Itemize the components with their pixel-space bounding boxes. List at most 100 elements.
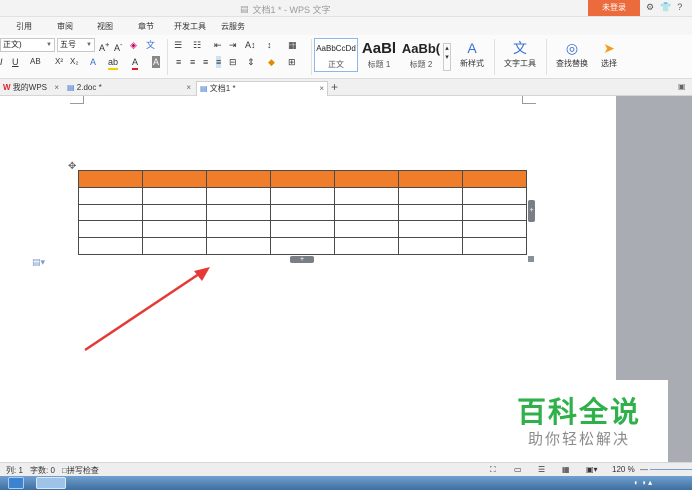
style-heading-1[interactable]: AaBl 标题 1 xyxy=(358,38,400,72)
border-icon[interactable]: ⊞ xyxy=(288,56,296,68)
zoom-level[interactable]: 120 % xyxy=(612,465,635,474)
tab-menu-icon[interactable]: ▣ xyxy=(678,82,686,91)
divider xyxy=(494,39,495,75)
select-button[interactable]: ➤ 选择 xyxy=(594,38,624,69)
start-button[interactable] xyxy=(8,477,24,489)
font-name-select[interactable]: 正文) ▼ xyxy=(0,38,55,52)
new-style-button[interactable]: A 新样式 xyxy=(454,38,490,69)
spell-check[interactable]: □拼写检查 xyxy=(62,465,99,476)
find-replace-button[interactable]: ◎ 查找替换 xyxy=(550,38,594,69)
right-gray-panel xyxy=(616,96,692,380)
chevron-down-icon: ▼ xyxy=(46,42,52,48)
doc-file-icon: ▤ xyxy=(67,83,75,92)
close-icon[interactable]: × xyxy=(319,82,324,96)
distribute-icon[interactable]: ⊟ xyxy=(229,56,237,68)
char-shading-icon[interactable]: A xyxy=(152,56,161,68)
menu-developer[interactable]: 开发工具 xyxy=(174,21,206,32)
divider xyxy=(311,39,312,75)
taskbar-app[interactable] xyxy=(36,477,66,489)
tab-2-doc[interactable]: ▤ 2.doc * × xyxy=(64,81,194,96)
zoom-preset-icon[interactable]: ▣▾ xyxy=(586,465,598,474)
text-tools-button[interactable]: 文 文字工具 xyxy=(498,38,542,69)
right-gray-strip xyxy=(668,380,692,462)
system-controls: ⚙ 👕 ? xyxy=(646,2,682,13)
text-effect-icon[interactable]: A xyxy=(90,56,96,68)
table-move-handle-icon[interactable]: ✥ xyxy=(68,161,76,172)
align-justify-icon[interactable]: ≡ xyxy=(216,56,222,68)
new-tab-icon[interactable]: + xyxy=(331,80,338,94)
shirt-icon[interactable]: 👕 xyxy=(660,2,671,13)
status-bar: 列: 1 字数: 0 □拼写检查 ⛶ ▭ ☰ ▦ ▣▾ 120 % — xyxy=(0,462,692,476)
superscript-icon[interactable]: X² xyxy=(55,56,63,68)
zoom-out-icon[interactable]: — xyxy=(640,465,648,474)
menu-section[interactable]: 章节 xyxy=(138,21,154,32)
os-taskbar: ◐ ◑ ▴ xyxy=(0,476,692,490)
paragraph-mark-icon[interactable]: ▤▾ xyxy=(32,257,45,268)
arrow-shaft xyxy=(84,270,203,352)
bullet-list-icon[interactable]: ☰ xyxy=(174,39,182,51)
outline-view-icon[interactable]: ☰ xyxy=(538,465,545,474)
italic-icon[interactable]: I xyxy=(0,56,3,68)
divider xyxy=(546,39,547,75)
system-tray-icons[interactable]: ◐ ◑ ▴ xyxy=(634,478,652,487)
menu-cloud[interactable]: 云服务 xyxy=(221,21,245,32)
add-column-handle[interactable]: + xyxy=(528,200,535,222)
watermark: 百科全说 助你轻松解决 xyxy=(516,397,641,448)
doc-file-icon: ▤ xyxy=(200,84,208,93)
chevron-down-icon: ▼ xyxy=(86,42,92,48)
menu-reference[interactable]: 引用 xyxy=(16,21,32,32)
underline-icon[interactable]: U xyxy=(12,56,19,68)
grow-font-icon[interactable]: A+ xyxy=(99,39,109,54)
add-row-handle[interactable]: + xyxy=(290,256,314,263)
strikethrough-icon[interactable]: AB xyxy=(30,56,41,68)
increase-indent-icon[interactable]: ⇥ xyxy=(229,39,237,51)
align-center-icon[interactable]: ≡ xyxy=(190,56,195,68)
table-resize-handle[interactable] xyxy=(528,256,534,262)
close-icon[interactable]: × xyxy=(186,81,191,95)
help-icon[interactable]: ? xyxy=(677,2,682,13)
line-spacing-icon[interactable]: ⇕ xyxy=(247,56,255,68)
tab-document-1[interactable]: ▤ 文档1 * × xyxy=(196,81,328,96)
text-tools-icon: 文 xyxy=(513,40,527,56)
style-gallery-scroll[interactable]: ▴ ▾ xyxy=(443,43,451,71)
new-style-icon: A xyxy=(467,40,477,56)
zoom-slider[interactable] xyxy=(650,469,692,470)
wps-logo-icon: W xyxy=(3,83,11,92)
ribbon-toolbar: 正文) ▼ 五号 ▼ A+ A- ◈ 文 I U AB X² X₂ A ab A A… xyxy=(0,35,692,79)
text-direction-icon[interactable]: A↕ xyxy=(245,39,256,51)
style-heading-2[interactable]: AaBb( 标题 2 xyxy=(400,38,442,72)
page-margin-corner-right xyxy=(522,96,536,104)
menu-review[interactable]: 审阅 xyxy=(57,21,73,32)
tab-my-wps[interactable]: W 我的WPS × xyxy=(0,81,62,96)
web-view-icon[interactable]: ▦ xyxy=(562,465,570,474)
font-color-icon[interactable]: A xyxy=(132,56,139,70)
table-row xyxy=(78,220,527,239)
login-button[interactable]: 未登录 xyxy=(588,0,640,16)
cursor-icon: ➤ xyxy=(603,40,615,56)
decrease-indent-icon[interactable]: ⇤ xyxy=(214,39,222,51)
table-row xyxy=(78,237,527,255)
shrink-font-icon[interactable]: A- xyxy=(114,39,123,54)
numbered-list-icon[interactable]: ☷ xyxy=(193,39,201,51)
table[interactable] xyxy=(78,170,527,255)
align-right-icon[interactable]: ≡ xyxy=(203,56,208,68)
highlight-icon[interactable]: ab xyxy=(108,56,119,70)
close-icon[interactable]: × xyxy=(54,81,59,95)
document-tab-bar: W 我的WPS × ▤ 2.doc * × ▤ 文档1 * × + ▣ xyxy=(0,79,692,96)
table-border-icon[interactable]: ▦ xyxy=(288,39,297,51)
read-mode-icon[interactable]: ⛶ xyxy=(490,465,496,475)
page-view-icon[interactable]: ▭ xyxy=(514,465,522,474)
shading-icon[interactable]: ◆ xyxy=(268,56,275,68)
table-header-row xyxy=(78,170,527,188)
align-left-icon[interactable]: ≡ xyxy=(176,56,181,68)
phonetic-icon[interactable]: 文 xyxy=(146,39,155,51)
menu-view[interactable]: 视图 xyxy=(97,21,113,32)
word-count[interactable]: 字数: 0 xyxy=(30,465,55,476)
font-size-select[interactable]: 五号 ▼ xyxy=(57,38,95,52)
settings-icon[interactable]: ⚙ xyxy=(646,2,654,13)
sort-icon[interactable]: ↕ xyxy=(267,39,272,51)
subscript-icon[interactable]: X₂ xyxy=(70,56,78,68)
document-icon: ▤ xyxy=(240,4,249,14)
style-normal[interactable]: AaBbCcDd 正文 xyxy=(314,38,358,72)
clear-format-icon[interactable]: ◈ xyxy=(130,39,137,51)
